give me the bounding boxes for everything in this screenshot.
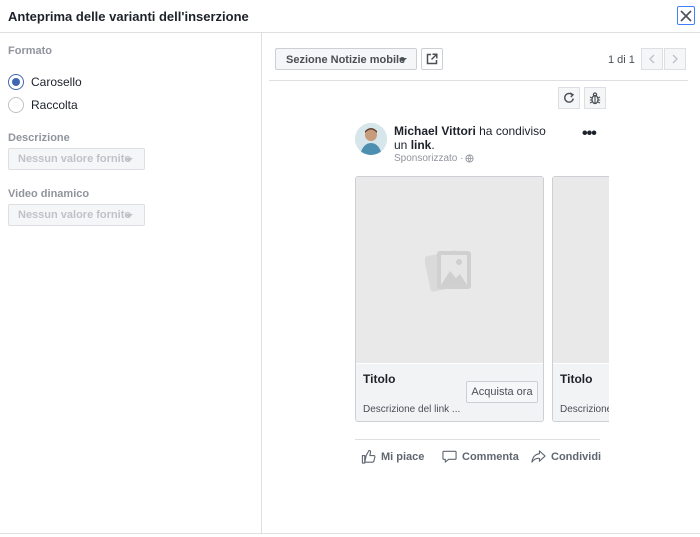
- chevron-down-icon: [125, 158, 133, 162]
- card-info: Titolo Descrizione del link ... Acquista…: [356, 364, 543, 421]
- shop-now-button[interactable]: Acquista ora: [466, 381, 538, 403]
- card-image-placeholder: [553, 177, 609, 363]
- card-title: Titolo: [363, 372, 396, 386]
- report-bug-button[interactable]: [584, 87, 606, 109]
- close-button[interactable]: [677, 6, 695, 25]
- link-word[interactable]: link: [411, 138, 432, 152]
- comment-button[interactable]: Commenta: [442, 449, 519, 464]
- author-name[interactable]: Michael Vittori: [394, 124, 476, 138]
- chevron-left-icon: [649, 54, 655, 64]
- toolbar-divider: [269, 80, 688, 81]
- ad-post-preview: Michael Vittori ha condiviso un link. Sp…: [355, 123, 609, 469]
- radio-collection-label: Raccolta: [31, 98, 78, 112]
- actions-divider: [355, 439, 600, 440]
- globe-icon: [465, 154, 475, 163]
- pager-text: 1 di 1: [608, 54, 635, 66]
- dynamic-video-select: Nessun valore fornito: [8, 204, 145, 226]
- card-description: Descrizione del link ...: [363, 404, 461, 415]
- sponsored-label: Sponsorizzato ·: [394, 153, 464, 164]
- close-icon: [680, 9, 692, 22]
- share-icon: [531, 450, 546, 463]
- carousel-card[interactable]: Titolo Descrizione del link ...: [552, 176, 609, 422]
- radio-carousel[interactable]: [8, 74, 24, 90]
- avatar: [355, 123, 387, 155]
- dialog-header: Anteprima delle varianti dell'inserzione: [0, 0, 700, 33]
- preview-panel: Sezione Notizie mobile 1 di 1 Michael Vi…: [263, 33, 700, 533]
- carousel-card[interactable]: Titolo Descrizione del link ... Acquista…: [355, 176, 544, 422]
- comment-icon: [442, 450, 457, 463]
- description-label: Descrizione: [8, 132, 70, 144]
- chevron-down-icon: [125, 214, 133, 218]
- placement-value: Sezione Notizie mobile: [286, 54, 406, 66]
- share-label: Condividi: [551, 450, 602, 463]
- sponsored-line: Sponsorizzato ·: [394, 153, 475, 164]
- radio-collection[interactable]: [8, 97, 24, 113]
- format-option-carousel[interactable]: Carosello: [8, 74, 82, 90]
- card-description: Descrizione del link ...: [560, 404, 609, 415]
- format-option-collection[interactable]: Raccolta: [8, 97, 78, 113]
- description-select: Nessun valore fornito: [8, 148, 145, 170]
- chevron-down-icon: [399, 58, 407, 62]
- radio-carousel-label: Carosello: [31, 75, 82, 89]
- card-image-placeholder: [356, 177, 543, 363]
- refresh-button[interactable]: [558, 87, 580, 109]
- placement-dropdown[interactable]: Sezione Notizie mobile: [275, 48, 417, 70]
- open-external-button[interactable]: [421, 48, 443, 70]
- more-options-icon[interactable]: •••: [582, 125, 597, 143]
- chevron-right-icon: [672, 54, 678, 64]
- card-info: Titolo Descrizione del link ...: [553, 364, 609, 421]
- bug-icon: [589, 91, 601, 104]
- like-button[interactable]: Mi piace: [361, 449, 424, 464]
- like-label: Mi piace: [381, 450, 425, 463]
- dynamic-video-select-value: Nessun valore fornito: [18, 209, 132, 221]
- dynamic-video-label: Video dinamico: [8, 188, 90, 200]
- comment-label: Commenta: [462, 450, 519, 463]
- prev-page-button[interactable]: [641, 48, 663, 70]
- share-button[interactable]: Condividi: [531, 449, 601, 464]
- card-title: Titolo: [560, 372, 593, 386]
- external-link-icon: [426, 53, 438, 65]
- post-header-text: Michael Vittori ha condiviso un link.: [394, 124, 559, 152]
- format-label: Formato: [8, 45, 52, 57]
- options-panel: Formato Carosello Raccolta Descrizione N…: [0, 33, 262, 533]
- next-page-button[interactable]: [664, 48, 686, 70]
- image-placeholder-icon: [425, 250, 471, 292]
- dialog-footer-divider: [0, 533, 700, 534]
- dialog-title: Anteprima delle varianti dell'inserzione: [8, 9, 249, 24]
- refresh-icon: [564, 92, 575, 103]
- thumbs-up-icon: [361, 449, 376, 464]
- description-select-value: Nessun valore fornito: [18, 153, 132, 165]
- person-avatar-image: [355, 123, 387, 155]
- period: .: [431, 138, 435, 152]
